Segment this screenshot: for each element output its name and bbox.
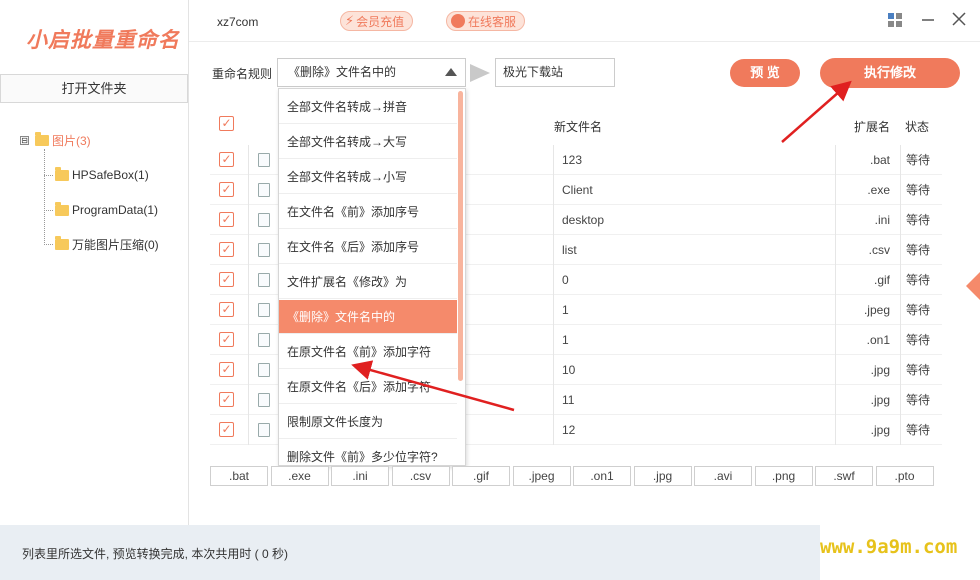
annotation-arrow-dropdown bbox=[351, 360, 515, 412]
annotation-arrows bbox=[351, 80, 852, 412]
annotation-arrow-execute bbox=[781, 80, 852, 143]
